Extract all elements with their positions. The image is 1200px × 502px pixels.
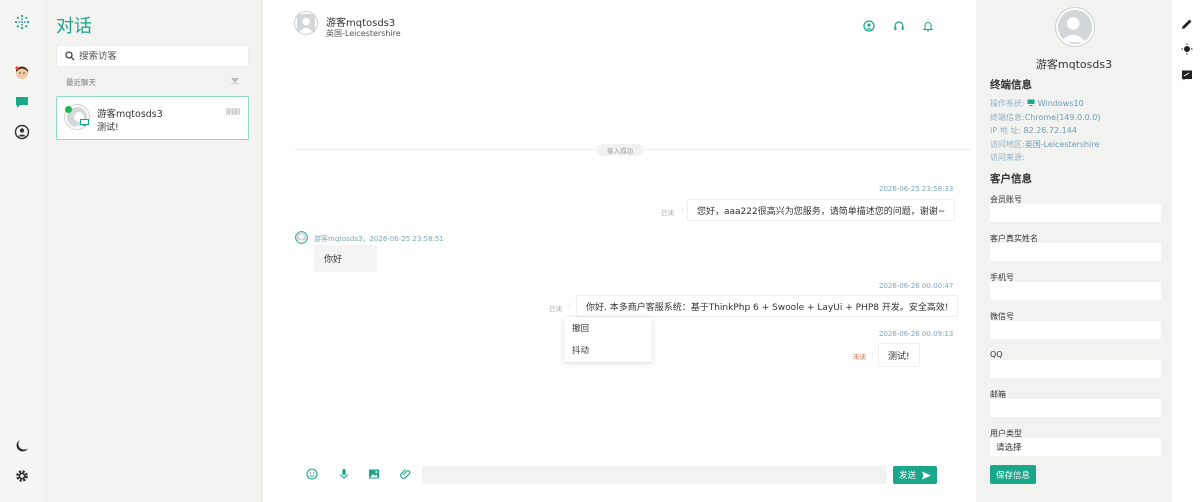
send-icon xyxy=(922,471,931,479)
bulb-icon[interactable] xyxy=(1181,43,1193,55)
ip-info: IP 地 址: 82.26.72.144 xyxy=(990,126,1077,135)
message-read-status: 已读 xyxy=(549,305,562,313)
right-toolbar xyxy=(1172,0,1200,502)
chat-icon[interactable] xyxy=(12,92,32,112)
conversation-list: 对话 最近聊天 游客mqtosds3 刚刚 测试! xyxy=(44,0,262,502)
message-more-icon[interactable]: ⋮ xyxy=(679,206,686,214)
terminal-info-title: 终端信息 xyxy=(990,79,1032,91)
profile-icon[interactable] xyxy=(863,20,875,32)
settings-icon[interactable] xyxy=(12,466,32,486)
filter-icon[interactable] xyxy=(231,78,239,84)
customer-info-title: 客户信息 xyxy=(990,173,1032,185)
pencil-icon[interactable] xyxy=(1181,18,1193,30)
microphone-icon[interactable] xyxy=(338,468,350,480)
monitor-icon xyxy=(80,119,89,126)
agent-message[interactable]: 测试! xyxy=(878,343,920,367)
region-info: 访问地区:英国-Leicestershire xyxy=(990,140,1100,149)
header-visitor-name: 游客mqtosds3 xyxy=(326,18,396,29)
list-title: 对话 xyxy=(56,16,92,37)
attachment-icon[interactable] xyxy=(400,468,412,480)
search-box[interactable] xyxy=(56,45,249,67)
phone-input[interactable] xyxy=(990,282,1161,300)
send-label: 发送 xyxy=(898,471,916,481)
wechat-input[interactable] xyxy=(990,321,1161,339)
header-visitor-location: 英国-Leicestershire xyxy=(326,29,401,38)
agent-message[interactable]: 您好，aaa222很高兴为您服务，请简单描述您的问题，谢谢~ xyxy=(687,199,956,221)
visitor-message[interactable]: 你好 xyxy=(314,245,377,272)
bell-icon[interactable] xyxy=(922,20,934,32)
message-more-icon[interactable]: ⋮ xyxy=(566,302,573,310)
menu-item-recall[interactable]: 撤回 xyxy=(564,317,652,339)
message-unread-status: 未读 xyxy=(853,353,866,361)
chat-panel: 游客mqtosds3 英国-Leicestershire 接入成功 2026-0… xyxy=(263,0,976,502)
icon-rail xyxy=(0,0,44,502)
user-type-select[interactable]: 请选择 xyxy=(990,438,1161,456)
ua-info: 终端信息:Chrome(149.0.0.0) xyxy=(990,113,1101,122)
message-read-status: 已读 xyxy=(661,209,674,217)
visitor-message-header: 游客mqtosds3，2026-06-25 23:58:51 xyxy=(314,235,444,243)
user-icon[interactable] xyxy=(12,122,32,142)
search-input[interactable] xyxy=(79,50,239,62)
qq-input[interactable] xyxy=(990,360,1161,378)
emoji-icon[interactable] xyxy=(306,468,318,480)
agent-avatar[interactable] xyxy=(12,62,32,82)
conversation-last-message: 测试! xyxy=(97,123,119,133)
conversation-time: 刚刚 xyxy=(226,108,240,116)
visitor-message-avatar xyxy=(295,231,308,244)
message-more-icon[interactable]: ⋮ xyxy=(869,350,876,358)
member-account-input[interactable] xyxy=(990,204,1161,222)
header-avatar xyxy=(295,12,317,34)
conversation-item[interactable]: 游客mqtosds3 刚刚 测试! xyxy=(56,96,249,140)
visitor-profile-name: 游客mqtosds3 xyxy=(1035,58,1113,71)
menu-item-shake[interactable]: 抖动 xyxy=(564,339,652,361)
visitor-info-panel: 游客mqtosds3 终端信息 操作系统: Windows10 终端信息:Chr… xyxy=(976,0,1172,502)
online-status-dot xyxy=(65,106,72,113)
message-time: 2026-06-26 00:00:47 xyxy=(879,282,954,290)
message-time: 2026-06-25 23:58:33 xyxy=(879,185,954,193)
source-info: 访问来源: xyxy=(990,153,1025,162)
system-notice: 接入成功 xyxy=(596,144,644,156)
message-context-menu: 撤回 抖动 xyxy=(564,317,652,362)
os-info: 操作系统: Windows10 xyxy=(990,99,1084,108)
conversation-name: 游客mqtosds3 xyxy=(97,109,163,120)
message-input[interactable] xyxy=(422,466,887,484)
note-icon[interactable] xyxy=(1181,69,1193,81)
visitor-profile-avatar xyxy=(1056,8,1094,46)
dark-mode-icon[interactable] xyxy=(12,436,32,456)
monitor-icon xyxy=(1027,99,1035,106)
field-label: QQ xyxy=(990,350,1003,359)
send-button[interactable]: 发送 xyxy=(893,466,937,484)
agent-message[interactable]: 你好. 本多商户客服系统：基于ThinkPhp 6 + Swoole + Lay… xyxy=(576,295,959,317)
logo-icon xyxy=(12,12,32,32)
recent-label: 最近聊天 xyxy=(66,78,96,87)
image-icon[interactable] xyxy=(368,468,380,480)
input-bar: 发送 xyxy=(263,456,976,496)
headset-icon[interactable] xyxy=(893,20,905,32)
real-name-input[interactable] xyxy=(990,243,1161,261)
email-input[interactable] xyxy=(990,399,1161,417)
save-info-button[interactable]: 保存信息 xyxy=(990,465,1036,484)
message-time: 2026-06-26 00:09:13 xyxy=(879,330,954,338)
search-icon xyxy=(65,51,75,61)
